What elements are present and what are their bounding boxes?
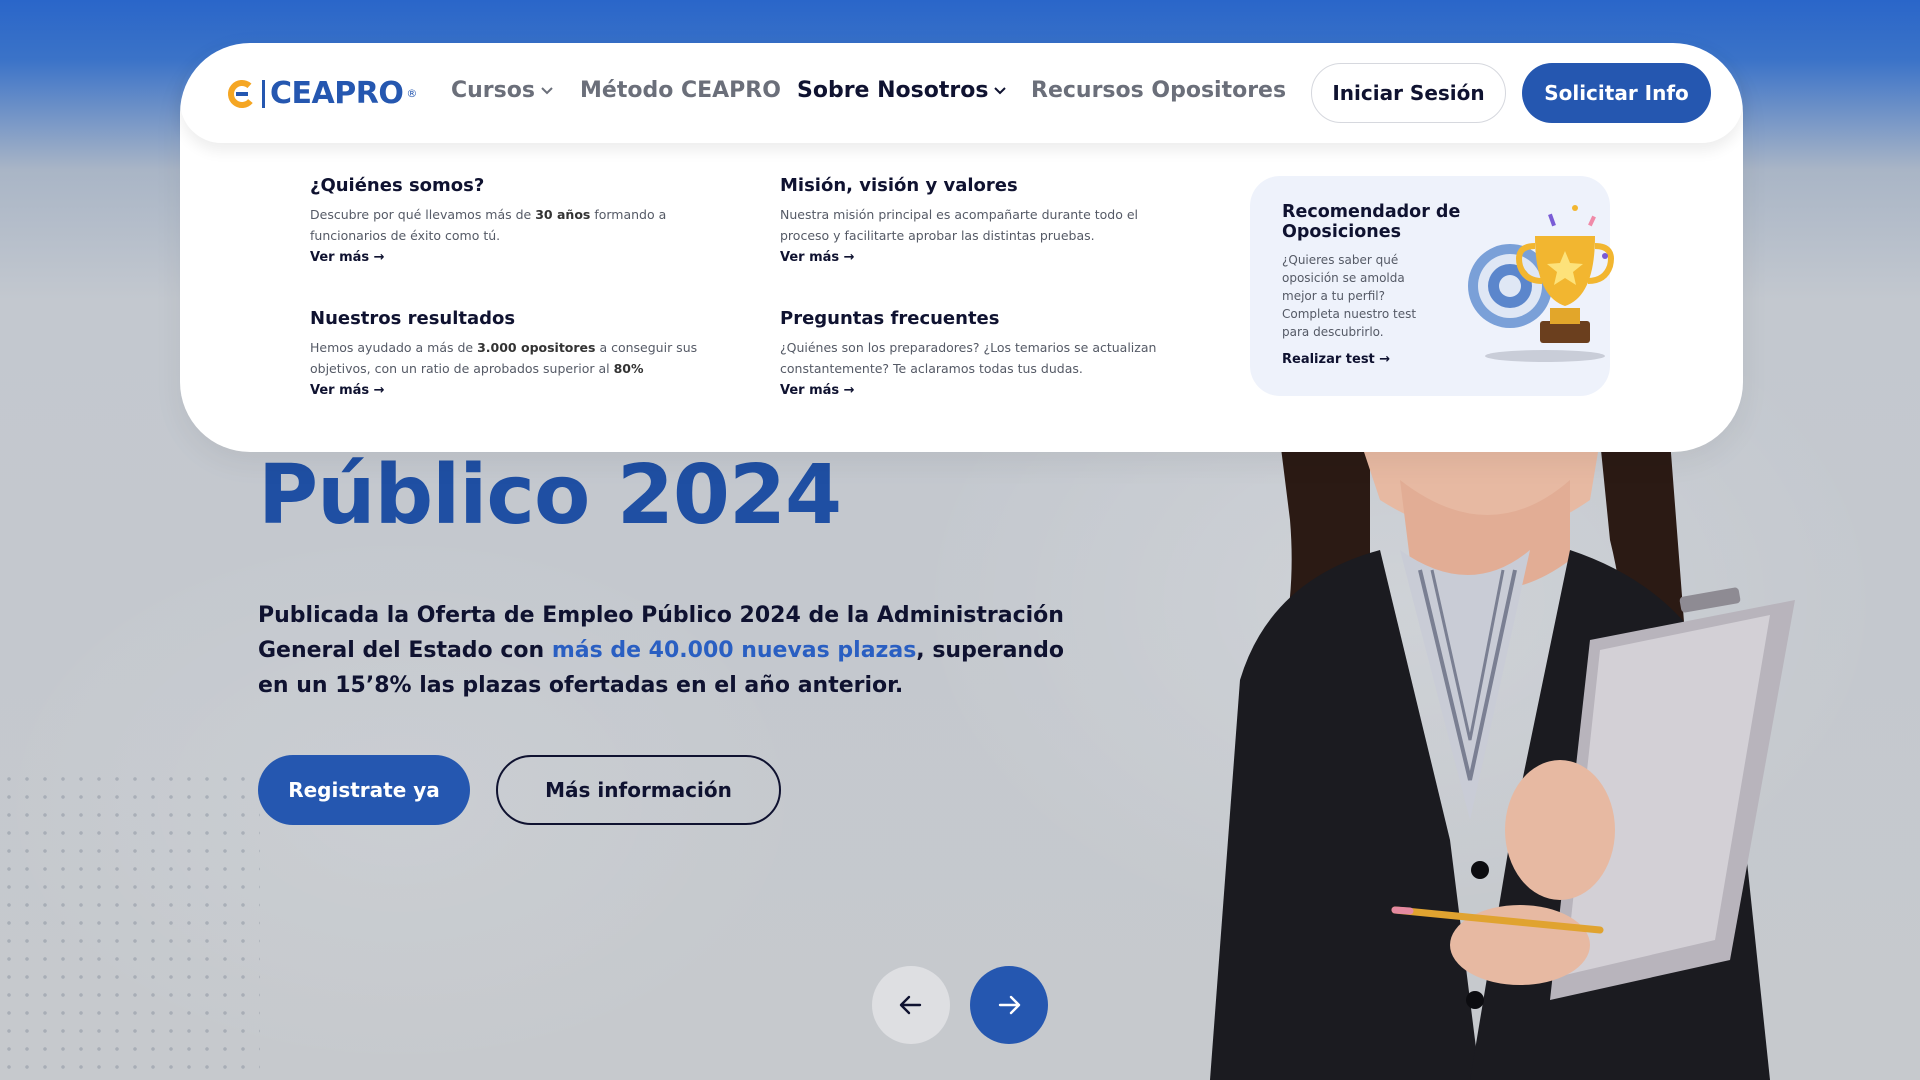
hero-description: Publicada la Oferta de Empleo Público 20…	[258, 598, 1078, 703]
menu-item-desc-text: Nuestra misión principal es acompañarte …	[780, 207, 1139, 243]
ver-mas-link[interactable]: Ver más →	[780, 383, 855, 398]
menu-item-desc-bold-percent: 80%	[613, 361, 644, 376]
menu-item-title: Preguntas frecuentes	[780, 308, 1000, 329]
request-info-button[interactable]: Solicitar Info	[1522, 63, 1711, 123]
logo-mark-icon	[228, 79, 256, 108]
hero-title: Público 2024	[258, 448, 842, 543]
nav-item-metodo-ceapro[interactable]: Método CEAPRO	[580, 78, 781, 103]
menu-item-nuestros-resultados[interactable]: Nuestros resultados Hemos ayudado a más …	[310, 308, 710, 398]
hero-woman-image	[1210, 440, 1795, 1080]
menu-item-preguntas-frecuentes[interactable]: Preguntas frecuentes ¿Quiénes son los pr…	[780, 308, 1180, 398]
recommender-title: Recomendador de Oposiciones	[1282, 202, 1461, 242]
trophy-target-icon	[1468, 205, 1614, 362]
carousel-next-button[interactable]	[970, 966, 1048, 1044]
menu-item-description: ¿Quiénes son los preparadores? ¿Los tema…	[780, 337, 1180, 379]
menu-item-description: Nuestra misión principal es acompañarte …	[780, 204, 1180, 246]
menu-item-title: Nuestros resultados	[310, 308, 516, 329]
logo-registered-mark: ®	[406, 87, 418, 100]
recommender-description: ¿Quieres saber qué oposición se amolda m…	[1282, 253, 1417, 339]
nav-item-label: Método CEAPRO	[580, 78, 781, 103]
chevron-down-icon	[994, 86, 1007, 94]
logo-text: CEAPRO	[270, 76, 404, 111]
menu-item-desc-text: Hemos ayudado a más de	[310, 340, 478, 355]
menu-item-quienes-somos[interactable]: ¿Quiénes somos? Descubre por qué llevamo…	[310, 175, 710, 265]
ceapro-logo[interactable]: CEAPRO ®	[227, 76, 417, 111]
ver-mas-link[interactable]: Ver más →	[310, 383, 385, 398]
logo-separator	[262, 79, 265, 108]
menu-item-desc-text: ¿Quiénes son los preparadores? ¿Los tema…	[780, 340, 1157, 376]
menu-item-mision-vision-valores[interactable]: Misión, visión y valores Nuestra misión …	[780, 175, 1180, 265]
nav-item-recursos-opositores[interactable]: Recursos Opositores	[1031, 78, 1286, 103]
login-button[interactable]: Iniciar Sesión	[1311, 63, 1506, 123]
recommender-card[interactable]: Recomendador de Oposiciones ¿Quieres sab…	[1250, 176, 1614, 396]
carousel-prev-button[interactable]	[872, 966, 950, 1044]
more-info-button[interactable]: Más información	[496, 755, 781, 825]
take-test-link[interactable]: Realizar test →	[1282, 352, 1390, 367]
menu-item-desc-bold: 3.000 opositores	[477, 340, 596, 355]
nav-item-cursos[interactable]: Cursos	[451, 78, 553, 103]
menu-item-title: ¿Quiénes somos?	[310, 175, 485, 196]
ver-mas-link[interactable]: Ver más →	[780, 250, 855, 265]
register-button[interactable]: Registrate ya	[258, 755, 470, 825]
nav-item-label: Recursos Opositores	[1031, 78, 1287, 103]
menu-item-title: Misión, visión y valores	[780, 175, 1018, 196]
menu-item-description: Hemos ayudado a más de 3.000 opositores …	[310, 337, 710, 379]
nav-item-label: Sobre Nosotros	[797, 78, 989, 103]
arrow-left-icon	[899, 995, 922, 1015]
arrow-right-icon	[998, 995, 1021, 1015]
chevron-down-icon	[541, 86, 553, 94]
nav-item-label: Cursos	[451, 78, 535, 103]
menu-item-desc-text: Descubre por qué llevamos más de	[310, 207, 536, 222]
ver-mas-link[interactable]: Ver más →	[310, 250, 385, 265]
nav-item-sobre-nosotros[interactable]: Sobre Nosotros	[797, 78, 1007, 103]
menu-item-description: Descubre por qué llevamos más de 30 años…	[310, 204, 710, 246]
menu-item-desc-bold: 30 años	[535, 207, 591, 222]
hero-description-highlight: más de 40.000 nuevas plazas	[551, 638, 917, 663]
decorative-dot-grid	[0, 770, 260, 1080]
